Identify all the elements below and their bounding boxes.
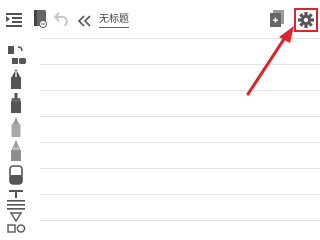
ruled-line xyxy=(40,90,320,91)
shapes-tool[interactable] xyxy=(2,212,30,234)
highlighter-tool[interactable] xyxy=(2,116,30,138)
menu-lines-icon[interactable] xyxy=(6,12,22,31)
note-canvas[interactable] xyxy=(40,38,320,240)
brush-icon xyxy=(11,140,21,161)
fountain-pen-tool[interactable] xyxy=(2,68,30,90)
ruled-line xyxy=(40,38,320,39)
eraser-tool[interactable] xyxy=(2,164,30,186)
eraser-swap-icon xyxy=(8,46,26,64)
undo-arrow-icon[interactable] xyxy=(53,11,70,30)
eraser-icon xyxy=(9,165,23,185)
ruled-line xyxy=(40,64,320,65)
double-chevron-left-icon[interactable] xyxy=(77,12,92,31)
ruled-line xyxy=(40,168,320,169)
settings-button[interactable] xyxy=(294,8,318,32)
top-bar: 无标题 xyxy=(0,0,320,38)
ruled-line xyxy=(40,194,320,195)
marker-tool[interactable] xyxy=(2,92,30,114)
document-title[interactable]: 无标题 xyxy=(99,14,129,28)
highlighter-icon xyxy=(11,117,21,137)
text-tool[interactable] xyxy=(2,188,30,210)
text-icon xyxy=(7,190,25,210)
ruled-line xyxy=(40,116,320,117)
tool-palette xyxy=(0,40,32,240)
fountain-pen-icon xyxy=(11,69,21,89)
marker-icon xyxy=(11,93,21,113)
ruled-line xyxy=(40,142,320,143)
notebook-icon[interactable] xyxy=(32,10,48,32)
shapes-icon xyxy=(7,212,26,233)
gear-icon xyxy=(298,12,314,28)
eraser-swap-tool[interactable] xyxy=(2,44,30,66)
brush-tool[interactable] xyxy=(2,140,30,162)
ruled-line xyxy=(40,220,320,221)
add-page-icon[interactable] xyxy=(268,10,286,32)
